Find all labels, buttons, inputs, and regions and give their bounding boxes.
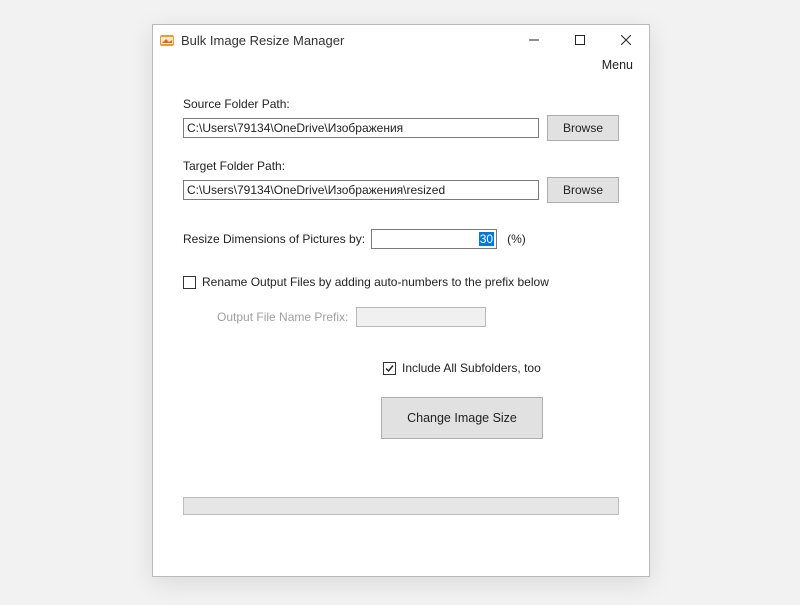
action-row: Change Image Size [183, 397, 619, 439]
target-folder-row: Browse [183, 177, 619, 203]
target-folder-input[interactable] [183, 180, 539, 200]
rename-label: Rename Output Files by adding auto-numbe… [202, 275, 549, 289]
change-image-size-button[interactable]: Change Image Size [381, 397, 543, 439]
prefix-row: Output File Name Prefix: [183, 307, 619, 327]
resize-row: Resize Dimensions of Pictures by: 30 (%) [183, 229, 619, 249]
title-bar: Bulk Image Resize Manager [153, 25, 649, 55]
app-icon [159, 32, 175, 48]
menu-bar: Menu [153, 55, 649, 77]
window-controls [511, 25, 649, 55]
source-folder-row: Browse [183, 115, 619, 141]
close-button[interactable] [603, 25, 649, 55]
progress-bar [183, 497, 619, 515]
form-body: Source Folder Path: Browse Target Folder… [153, 77, 649, 515]
prefix-input [356, 307, 486, 327]
resize-label: Resize Dimensions of Pictures by: [183, 232, 365, 246]
subfolders-row: Include All Subfolders, too [183, 361, 619, 375]
target-folder-label: Target Folder Path: [183, 159, 619, 173]
minimize-button[interactable] [511, 25, 557, 55]
app-window: Bulk Image Resize Manager Menu Source Fo… [152, 24, 650, 577]
subfolders-checkbox[interactable] [383, 362, 396, 375]
source-folder-input[interactable] [183, 118, 539, 138]
window-title: Bulk Image Resize Manager [181, 33, 344, 48]
rename-checkbox[interactable] [183, 276, 196, 289]
maximize-button[interactable] [557, 25, 603, 55]
menu-item-menu[interactable]: Menu [596, 56, 639, 74]
resize-percent-input[interactable]: 30 [371, 229, 497, 249]
rename-row: Rename Output Files by adding auto-numbe… [183, 275, 619, 289]
browse-target-button[interactable]: Browse [547, 177, 619, 203]
browse-source-button[interactable]: Browse [547, 115, 619, 141]
subfolders-label: Include All Subfolders, too [402, 361, 541, 375]
resize-percent-value: 30 [479, 232, 494, 246]
prefix-label: Output File Name Prefix: [217, 310, 348, 324]
source-folder-label: Source Folder Path: [183, 97, 619, 111]
resize-suffix: (%) [507, 232, 526, 246]
